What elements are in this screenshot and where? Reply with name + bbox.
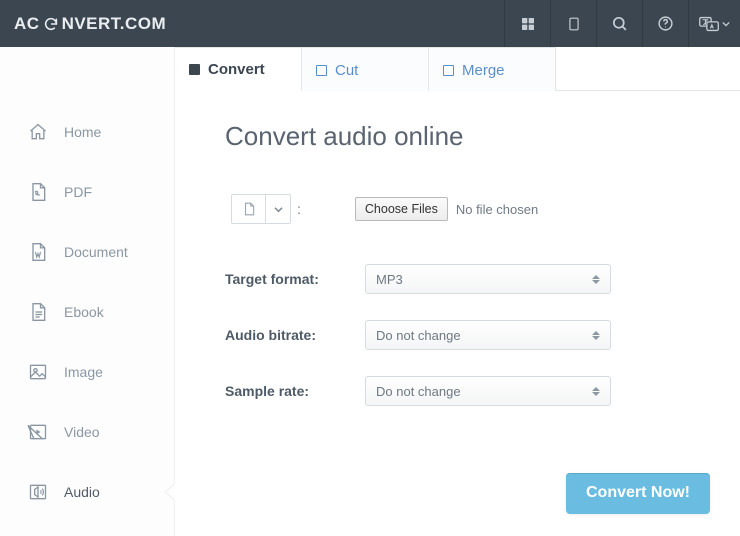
- tab-cut[interactable]: Cut: [302, 47, 429, 91]
- sidebar-item-label: PDF: [64, 184, 92, 200]
- select-target-format[interactable]: MP3: [365, 264, 611, 294]
- sidebar-item-label: Document: [64, 244, 128, 260]
- file-source-button[interactable]: [231, 194, 265, 224]
- row-target-format: Target format: MP3: [225, 264, 710, 294]
- file-source-dropdown[interactable]: [265, 194, 291, 224]
- sidebar: Home PDF Document Ebook Image Video Audi…: [0, 47, 175, 536]
- sidebar-item-label: Audio: [64, 484, 100, 500]
- checkbox-icon: [316, 65, 327, 76]
- row-audio-bitrate: Audio bitrate: Do not change: [225, 320, 710, 350]
- tab-merge[interactable]: Merge: [429, 47, 556, 91]
- page-title: Convert audio online: [225, 121, 710, 152]
- tab-label: Cut: [335, 62, 358, 79]
- help-icon[interactable]: [642, 0, 688, 47]
- updown-icon: [592, 331, 600, 340]
- refresh-icon: [43, 16, 59, 32]
- sidebar-item-ebook[interactable]: Ebook: [0, 282, 174, 342]
- grid-icon[interactable]: [504, 0, 550, 47]
- sidebar-item-label: Ebook: [64, 304, 104, 320]
- label-sample-rate: Sample rate:: [225, 383, 365, 399]
- file-picker-row: : Choose Files No file chosen: [231, 194, 710, 224]
- tab-label: Merge: [462, 62, 505, 79]
- file-icon: [242, 201, 256, 217]
- select-value: Do not change: [376, 328, 461, 343]
- tabs: Convert Cut Merge: [175, 47, 740, 91]
- label-audio-bitrate: Audio bitrate:: [225, 327, 365, 343]
- row-sample-rate: Sample rate: Do not change: [225, 376, 710, 406]
- brand-part2: NVERT.COM: [62, 14, 167, 34]
- sidebar-item-label: Image: [64, 364, 103, 380]
- checkbox-icon: [189, 64, 200, 75]
- colon: :: [297, 201, 301, 217]
- sidebar-item-image[interactable]: Image: [0, 342, 174, 402]
- checkbox-icon: [443, 65, 454, 76]
- convert-now-button[interactable]: Convert Now!: [566, 473, 710, 514]
- topbar: AC NVERT.COM: [0, 0, 740, 47]
- label-target-format: Target format:: [225, 271, 365, 287]
- search-icon[interactable]: [596, 0, 642, 47]
- sidebar-item-pdf[interactable]: PDF: [0, 162, 174, 222]
- updown-icon: [592, 387, 600, 396]
- sidebar-item-home[interactable]: Home: [0, 102, 174, 162]
- sidebar-item-label: Home: [64, 124, 101, 140]
- top-actions: [504, 0, 740, 47]
- select-audio-bitrate[interactable]: Do not change: [365, 320, 611, 350]
- select-sample-rate[interactable]: Do not change: [365, 376, 611, 406]
- content: Convert audio online : Choose Files No f…: [175, 91, 740, 452]
- select-value: MP3: [376, 272, 403, 287]
- choose-files-button[interactable]: Choose Files: [355, 197, 448, 221]
- sidebar-item-audio[interactable]: Audio: [0, 462, 174, 522]
- tab-label: Convert: [208, 61, 265, 78]
- chevron-down-icon: [274, 205, 283, 214]
- sidebar-item-label: Video: [64, 424, 100, 440]
- sidebar-item-video[interactable]: Video: [0, 402, 174, 462]
- language-icon[interactable]: [688, 0, 740, 47]
- tablet-icon[interactable]: [550, 0, 596, 47]
- file-chosen-state: No file chosen: [456, 202, 538, 217]
- main: Convert Cut Merge Convert audio online: [175, 47, 740, 536]
- sidebar-item-document[interactable]: Document: [0, 222, 174, 282]
- select-value: Do not change: [376, 384, 461, 399]
- updown-icon: [592, 275, 600, 284]
- tab-convert[interactable]: Convert: [175, 47, 302, 91]
- brand-part1: AC: [14, 14, 40, 34]
- brand[interactable]: AC NVERT.COM: [0, 0, 166, 47]
- source-picker: [231, 194, 291, 224]
